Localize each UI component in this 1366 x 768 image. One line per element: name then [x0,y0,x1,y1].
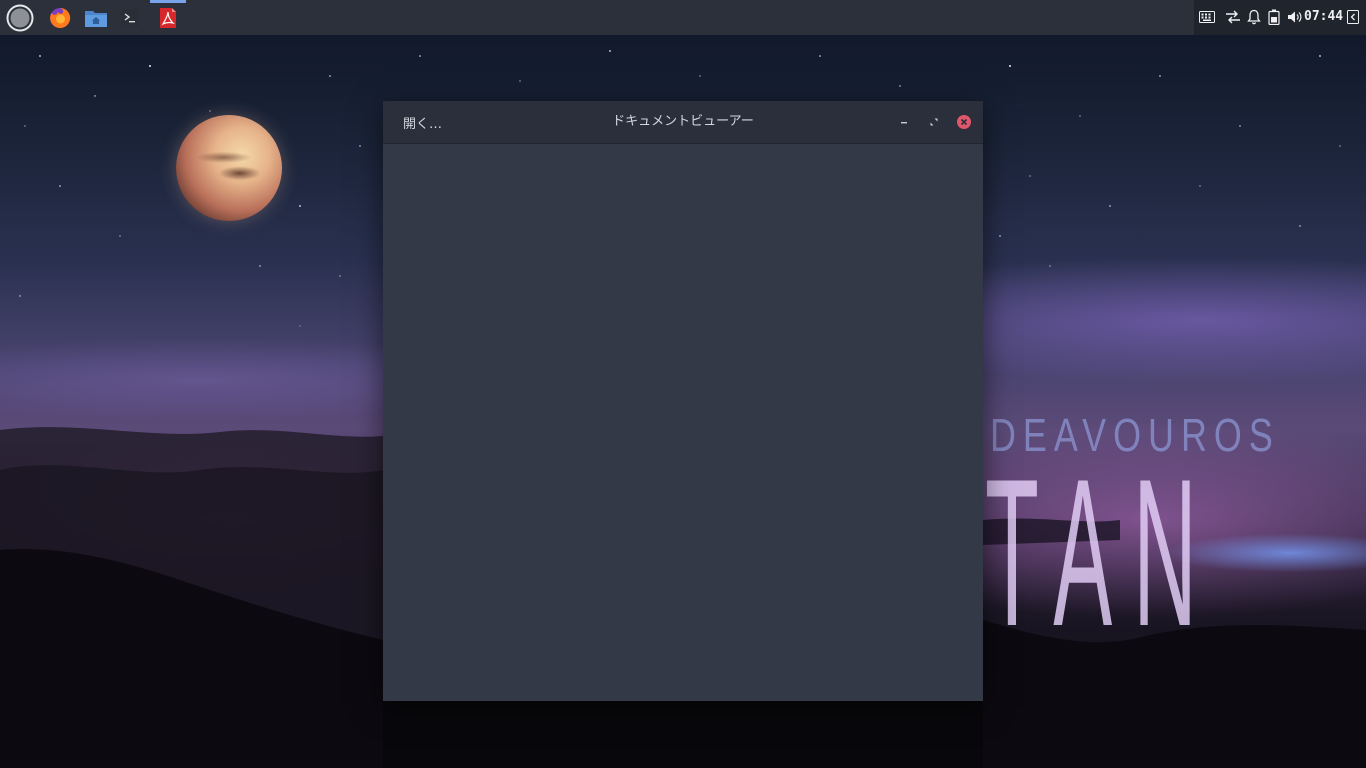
pdf-icon [160,7,176,28]
terminal-icon [121,8,139,27]
wallpaper-edition-text: TAN [985,435,1218,670]
network-button[interactable] [1224,7,1242,27]
volume-icon [1288,11,1302,23]
document-viewer-window: ドキュメントビューアー 開く… [383,101,983,701]
maximize-icon [930,118,938,126]
top-panel: 07:44 [0,0,1366,35]
battery-icon [1268,9,1280,25]
open-button[interactable]: 開く… [397,109,448,135]
clock[interactable]: 07:44 [1304,9,1343,24]
battery-button[interactable] [1266,7,1282,27]
notifications-button[interactable] [1246,7,1262,27]
close-button[interactable] [956,114,972,130]
close-icon [957,115,971,129]
maximize-button[interactable] [926,114,942,130]
show-desktop-button[interactable] [1346,7,1360,27]
folder-home-icon [85,10,107,27]
network-icon [1226,10,1240,24]
minimize-icon [901,122,907,124]
document-viewer-taskbar-button[interactable] [152,2,184,33]
window-title: ドキュメントビューアー [612,114,754,129]
minimize-button[interactable] [896,114,912,130]
firefox-icon [50,7,71,28]
document-content-area [383,144,983,701]
keyboard-icon [1199,11,1215,23]
firefox-launcher[interactable] [44,2,76,33]
keyboard-layout-button[interactable] [1198,7,1216,27]
notification-bell-icon [1247,9,1261,25]
panel-collapse-icon [1347,10,1359,24]
volume-button[interactable] [1286,7,1304,27]
files-launcher[interactable] [80,2,112,33]
application-menu-button[interactable] [4,2,36,33]
window-headerbar[interactable]: ドキュメントビューアー 開く… [383,101,983,144]
terminal-launcher[interactable] [114,2,146,33]
endeavour-menu-icon [6,4,34,31]
